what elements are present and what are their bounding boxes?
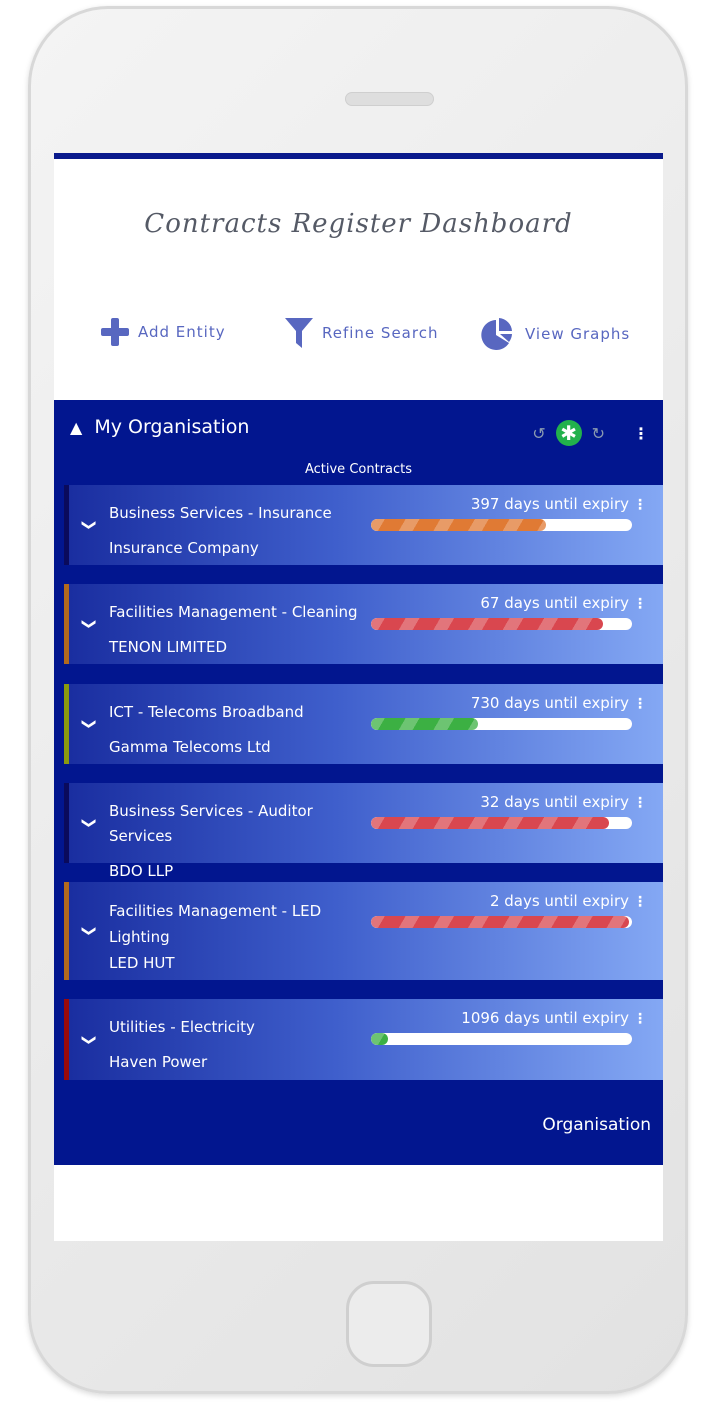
contract-category: Facilities Management - LED Lighting: [109, 902, 322, 946]
asterisk-toggle-icon[interactable]: ✱: [555, 420, 582, 446]
contract-row[interactable]: ❯ ICT - Telecoms Broadband Gamma Telecom…: [64, 684, 663, 764]
history-forward-icon[interactable]: ↻: [592, 424, 605, 443]
view-graphs-label: View Graphs: [525, 325, 631, 343]
chevron-down-icon[interactable]: ❯: [81, 718, 97, 730]
days-until-expiry: 32 days until expiry: [480, 793, 629, 811]
action-bar: Add Entity Refine Search View Graphs: [54, 317, 663, 357]
contract-category: Business Services - Auditor Services: [109, 802, 313, 845]
plus-icon: [101, 318, 129, 346]
chevron-down-icon[interactable]: ❯: [81, 1034, 97, 1046]
app-screen: Contracts Register Dashboard Add Entity …: [54, 153, 663, 1241]
filter-icon: [285, 318, 313, 348]
days-until-expiry: 397 days until expiry: [470, 495, 629, 513]
panel-footer: Organisation: [542, 1115, 651, 1135]
contract-supplier: LED HUT: [109, 954, 175, 972]
contract-info: Business Services - Auditor Services BDO…: [109, 799, 379, 884]
expiry-progress-fill: [371, 916, 630, 928]
contract-row[interactable]: ❯ Facilities Management - Cleaning TENON…: [64, 584, 663, 664]
more-options-icon[interactable]: ⋮: [633, 424, 649, 443]
days-until-expiry: 1096 days until expiry: [461, 1009, 629, 1027]
row-more-icon[interactable]: ⋮: [633, 497, 647, 513]
contract-category: Facilities Management - Cleaning: [109, 603, 358, 621]
refine-search-label: Refine Search: [322, 324, 439, 342]
days-until-expiry: 730 days until expiry: [470, 694, 629, 712]
contract-row[interactable]: ❯ Business Services - Insurance Insuranc…: [64, 485, 663, 565]
contract-supplier: BDO LLP: [109, 862, 174, 880]
expiry-progress-bar: [371, 1033, 632, 1045]
expiry-progress-fill: [371, 718, 478, 730]
row-more-icon[interactable]: ⋮: [633, 795, 647, 811]
expiry-progress-fill: [371, 1033, 388, 1045]
row-more-icon[interactable]: ⋮: [633, 1011, 647, 1027]
phone-speaker: [345, 92, 434, 106]
pie-chart-icon: [481, 318, 512, 350]
chevron-down-icon[interactable]: ❯: [81, 817, 97, 829]
add-entity-label: Add Entity: [138, 323, 226, 341]
add-entity-button[interactable]: Add Entity: [100, 317, 226, 347]
chevron-up-icon[interactable]: ▲: [70, 418, 82, 437]
panel-controls: ↺ ✱ ↻ ⋮: [532, 420, 649, 446]
organisation-panel: ▲ My Organisation ↺ ✱ ↻ ⋮ Active Contrac…: [54, 400, 663, 1165]
contract-info: Business Services - Insurance Insurance …: [109, 501, 379, 561]
days-until-expiry: 67 days until expiry: [480, 594, 629, 612]
section-label: Active Contracts: [304, 462, 413, 477]
contract-info: Facilities Management - LED Lighting LED…: [109, 898, 379, 976]
home-button[interactable]: [346, 1281, 432, 1367]
contract-supplier: Insurance Company: [109, 539, 259, 557]
expiry-progress-bar: [371, 618, 632, 630]
history-back-icon[interactable]: ↺: [532, 424, 545, 443]
contract-info: Utilities - Electricity Haven Power: [109, 1015, 379, 1075]
expiry-progress-bar: [371, 718, 632, 730]
expiry-progress-fill: [371, 817, 609, 829]
expiry-progress-bar: [371, 519, 632, 531]
expiry-progress-bar: [371, 916, 632, 928]
days-until-expiry: 2 days until expiry: [489, 892, 629, 910]
row-more-icon[interactable]: ⋮: [633, 696, 647, 712]
expiry-progress-fill: [371, 519, 546, 531]
panel-title: My Organisation: [94, 416, 250, 438]
refine-search-button[interactable]: Refine Search: [284, 317, 438, 349]
contract-supplier: Haven Power: [109, 1053, 208, 1071]
row-more-icon[interactable]: ⋮: [633, 894, 647, 910]
contract-supplier: TENON LIMITED: [109, 638, 227, 656]
contract-category: Business Services - Insurance: [109, 504, 332, 522]
chevron-down-icon[interactable]: ❯: [81, 925, 97, 937]
panel-header[interactable]: ▲ My Organisation: [70, 416, 249, 438]
contract-supplier: Gamma Telecoms Ltd: [109, 738, 271, 756]
contract-row[interactable]: ❯ Utilities - Electricity Haven Power 10…: [64, 999, 663, 1080]
contract-info: Facilities Management - Cleaning TENON L…: [109, 600, 379, 660]
contract-row[interactable]: ❯ Facilities Management - LED Lighting L…: [64, 882, 663, 980]
expiry-progress-fill: [371, 618, 604, 630]
expiry-progress-bar: [371, 817, 632, 829]
view-graphs-button[interactable]: View Graphs: [481, 317, 630, 351]
contract-category: ICT - Telecoms Broadband: [109, 703, 304, 721]
contract-category: Utilities - Electricity: [109, 1018, 255, 1036]
row-more-icon[interactable]: ⋮: [633, 596, 647, 612]
contract-info: ICT - Telecoms Broadband Gamma Telecoms …: [109, 700, 379, 760]
contract-row[interactable]: ❯ Business Services - Auditor Services B…: [64, 783, 663, 880]
page-title: Contracts Register Dashboard: [144, 209, 573, 239]
chevron-down-icon[interactable]: ❯: [81, 519, 97, 531]
chevron-down-icon[interactable]: ❯: [81, 618, 97, 630]
